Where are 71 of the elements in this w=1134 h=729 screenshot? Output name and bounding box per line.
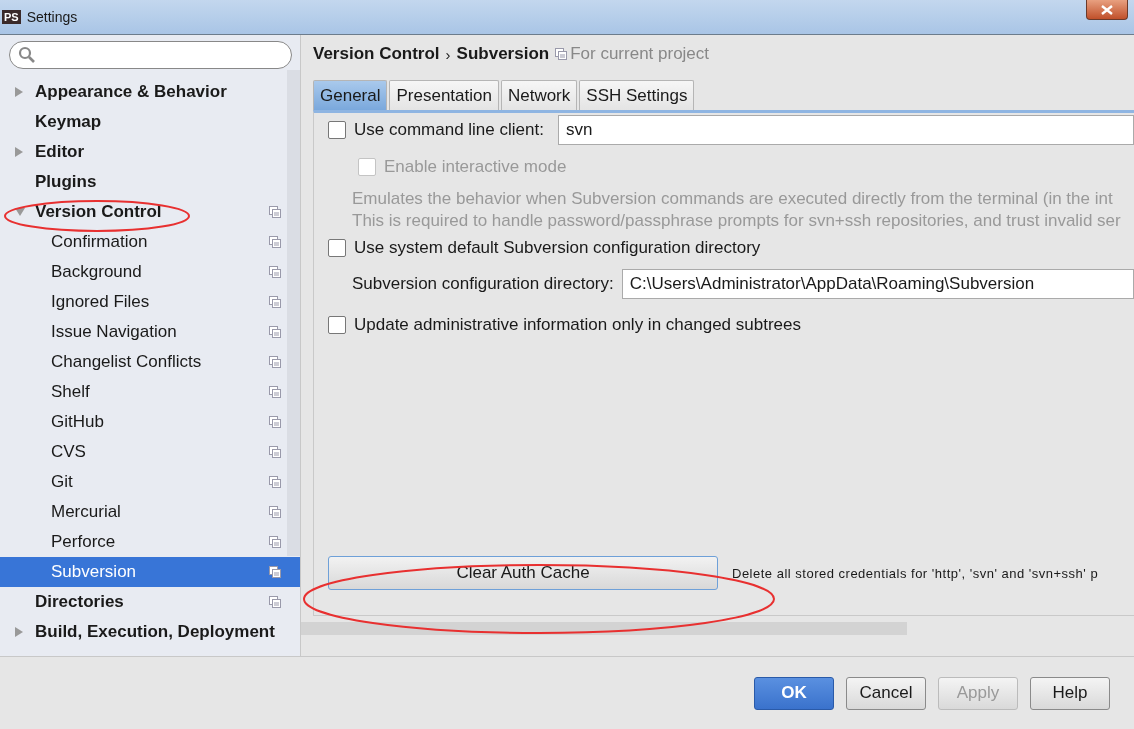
breadcrumb-separator: › — [445, 45, 451, 63]
search-icon — [18, 46, 36, 64]
sidebar-item[interactable]: Mercurial — [0, 497, 287, 527]
expanded-arrow-icon — [15, 208, 25, 216]
project-scope-icon — [269, 386, 281, 398]
project-scope-icon — [269, 536, 281, 548]
checkbox[interactable] — [328, 239, 346, 257]
sidebar-item[interactable]: Appearance & Behavior — [0, 77, 287, 107]
sidebar-item[interactable]: Ignored Files — [0, 287, 287, 317]
collapsed-arrow-icon — [15, 87, 23, 97]
project-scope-icon — [269, 326, 281, 338]
dialog-button[interactable]: Cancel — [846, 676, 926, 710]
dialog-button[interactable]: Help — [1030, 676, 1110, 710]
checkbox-label: Use command line client: — [354, 120, 544, 140]
project-scope-icon — [269, 206, 281, 218]
sidebar-item[interactable]: Editor — [0, 137, 287, 167]
sidebar-item[interactable]: GitHub — [0, 407, 287, 437]
project-scope-icon — [269, 506, 281, 518]
sidebar-item[interactable]: Perforce — [0, 527, 287, 557]
checkbox-label: Update administrative information only in changed subtrees — [354, 315, 801, 335]
project-scope-icon — [555, 48, 568, 60]
breadcrumb-parent: Version Control — [313, 44, 440, 64]
tab[interactable]: SSH Settings — [579, 80, 695, 110]
project-scope-icon — [269, 416, 281, 428]
sidebar-item[interactable]: Version Control — [0, 197, 287, 227]
checkbox-label: Enable interactive mode — [384, 157, 567, 177]
button-description: Delete all stored credentials for 'http', 'svn' and 'svn+ssh' p — [732, 565, 1099, 581]
input-field[interactable]: svn — [557, 115, 1134, 145]
project-scope-icon — [269, 566, 281, 578]
sidebar-item[interactable]: Build, Execution, Deployment — [0, 617, 287, 647]
collapsed-arrow-icon — [15, 147, 23, 157]
tab[interactable]: Network — [500, 80, 578, 110]
sidebar-item[interactable]: Git — [0, 467, 287, 497]
search-field[interactable] — [9, 41, 292, 69]
description-text: This is required to handle password/passphrase prompts for svn+ssh repositories, and trust invalid ser — [352, 210, 1122, 232]
tab[interactable]: General — [313, 80, 388, 110]
close-button[interactable] — [1086, 0, 1128, 20]
window-title: Settings — [26, 9, 78, 25]
sidebar-item[interactable]: CVS — [0, 437, 287, 467]
field-label: Subversion configuration directory: — [352, 274, 614, 294]
app-badge: PS — [2, 10, 21, 24]
clear-auth-cache-button[interactable]: Clear Auth Cache — [328, 556, 718, 590]
sidebar-item[interactable]: Subversion — [0, 557, 300, 587]
project-scope-icon — [269, 296, 281, 308]
project-scope-icon — [269, 446, 281, 458]
sidebar-item[interactable]: Keymap — [0, 107, 287, 137]
project-scope-icon — [269, 236, 281, 248]
sidebar-item[interactable]: Plugins — [0, 167, 287, 197]
sidebar-item[interactable]: Background — [0, 257, 287, 287]
project-scope-icon — [269, 356, 281, 368]
scrollbar[interactable] — [301, 622, 907, 635]
checkbox[interactable] — [328, 316, 346, 334]
checkbox-label: Use system default Subversion configuration directory — [354, 238, 761, 258]
project-scope-icon — [269, 596, 281, 608]
project-scope-icon — [269, 476, 281, 488]
sidebar-item[interactable]: Confirmation — [0, 227, 287, 257]
description-text: Emulates the behavior when Subversion commands are executed directly from the terminal (in the int — [352, 188, 1114, 210]
input-field[interactable]: C:\Users\Administrator\AppData\Roaming\Subversion — [621, 269, 1134, 299]
sidebar-item[interactable]: Issue Navigation — [0, 317, 287, 347]
dialog-button[interactable]: OK — [754, 676, 834, 710]
sidebar-item[interactable]: Directories — [0, 587, 287, 617]
sidebar-item[interactable]: Changelist Conflicts — [0, 347, 287, 377]
checkbox[interactable] — [328, 121, 346, 139]
scope-label: For current project — [570, 44, 710, 64]
scrollbar[interactable] — [287, 70, 300, 556]
sidebar-item[interactable]: Shelf — [0, 377, 287, 407]
tab[interactable]: Presentation — [389, 80, 499, 110]
project-scope-icon — [269, 266, 281, 278]
breadcrumb-current: Subversion — [456, 44, 550, 64]
close-icon — [1101, 4, 1113, 15]
collapsed-arrow-icon — [15, 627, 23, 637]
